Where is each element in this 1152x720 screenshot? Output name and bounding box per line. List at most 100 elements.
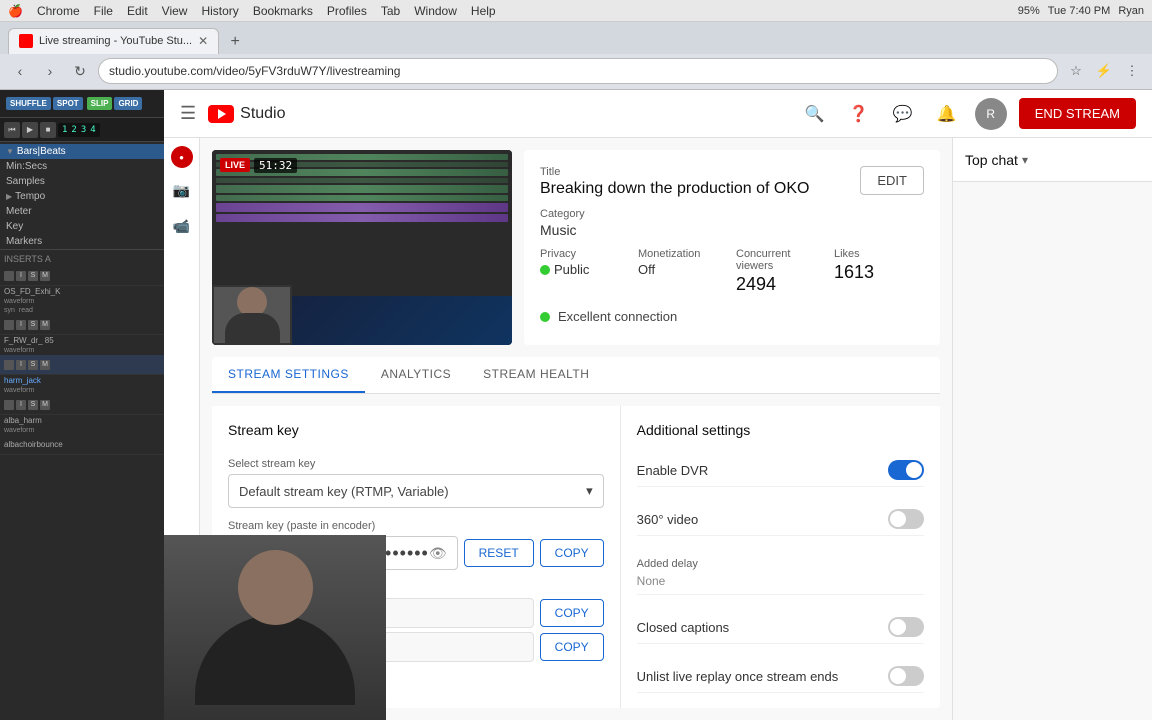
track-2-s[interactable]: S — [28, 320, 38, 330]
track-1-rec[interactable] — [4, 271, 14, 281]
recording-indicator: ● — [171, 146, 193, 168]
menu-edit[interactable]: Edit — [127, 4, 148, 18]
title-field: Title Breaking down the production of OK… — [540, 166, 810, 198]
track-3-i[interactable]: I — [16, 360, 26, 370]
track-4[interactable]: I S M — [0, 395, 164, 415]
track-2-i[interactable]: I — [16, 320, 26, 330]
360-toggle[interactable] — [888, 509, 924, 529]
reset-button[interactable]: RESET — [464, 539, 534, 567]
menu-tab[interactable]: Tab — [381, 4, 400, 18]
menu-history[interactable]: History — [201, 4, 238, 18]
stream-key-title: Stream key — [228, 422, 604, 438]
tree-item-markers[interactable]: Markers — [0, 234, 164, 249]
forward-button[interactable]: › — [38, 59, 62, 83]
track-2-m[interactable]: M — [40, 320, 50, 330]
captions-toggle[interactable] — [888, 617, 924, 637]
menu-bookmarks[interactable]: Bookmarks — [253, 4, 313, 18]
eye-icon[interactable]: 👁 — [429, 545, 447, 562]
tree-item-barsbeets[interactable]: ▼ Bars|Beats — [0, 144, 164, 159]
track-1-read: read — [19, 307, 33, 314]
select-chevron: ▾ — [586, 483, 593, 499]
more-button[interactable]: ⋮ — [1120, 59, 1144, 83]
menu-profiles[interactable]: Profiles — [327, 4, 367, 18]
shuffle-btn[interactable]: SHUFFLE — [6, 97, 51, 110]
daw-top-bar: SHUFFLE SPOT SLIP GRID — [0, 90, 164, 118]
help-icon-btn[interactable]: ❓ — [843, 98, 875, 130]
track-4-s[interactable]: S — [28, 400, 38, 410]
feedback-icon-btn[interactable]: 💬 — [887, 98, 919, 130]
track-1[interactable]: I S M — [0, 266, 164, 286]
grid-btn[interactable]: GRID — [114, 97, 142, 110]
tab-stream-settings[interactable]: STREAM SETTINGS — [212, 357, 365, 393]
tree-item-samples[interactable]: Samples — [0, 174, 164, 189]
tree-label: Key — [6, 221, 23, 232]
extensions-button[interactable]: ⚡ — [1092, 59, 1116, 83]
counter-2: 2 — [71, 125, 76, 135]
category-label: Category — [540, 208, 924, 220]
track-4-i[interactable]: I — [16, 400, 26, 410]
title-label: Title — [540, 166, 810, 178]
spot-btn[interactable]: SPOT — [53, 97, 83, 110]
menu-view[interactable]: View — [162, 4, 188, 18]
slip-btn[interactable]: SLIP — [87, 97, 113, 110]
unlist-toggle[interactable] — [888, 666, 924, 686]
camera-icon-btn[interactable]: 📷 — [168, 176, 196, 204]
back-button[interactable]: ‹ — [8, 59, 32, 83]
play-btn[interactable]: ▶ — [22, 122, 38, 138]
edit-button[interactable]: EDIT — [860, 166, 924, 195]
bookmark-button[interactable]: ☆ — [1064, 59, 1088, 83]
stream-timer: 51:32 — [254, 158, 297, 173]
stream-key-select[interactable]: Default stream key (RTMP, Variable) ▾ — [228, 474, 604, 508]
active-tab[interactable]: Live streaming - YouTube Stu... ✕ — [8, 28, 219, 54]
url-bar[interactable]: studio.youtube.com/video/5yFV3rduW7Y/liv… — [98, 58, 1058, 84]
setting-closed-captions: Closed captions — [637, 611, 924, 644]
track-1-i[interactable]: I — [16, 271, 26, 281]
track-1-syn: syn — [4, 307, 15, 314]
copy-key-button[interactable]: COPY — [540, 539, 604, 567]
menu-file[interactable]: File — [94, 4, 113, 18]
end-stream-button[interactable]: END STREAM — [1019, 98, 1136, 129]
chat-chevron-icon[interactable]: ▾ — [1022, 153, 1028, 167]
notifications-icon-btn[interactable]: 🔔 — [931, 98, 963, 130]
new-tab-button[interactable]: + — [223, 30, 247, 54]
hamburger-menu[interactable]: ☰ — [180, 103, 196, 124]
track-3[interactable]: I S M — [0, 355, 164, 375]
tab-analytics[interactable]: ANALYTICS — [365, 357, 467, 393]
track-3-rec[interactable] — [4, 360, 14, 370]
copy-url2-button[interactable]: COPY — [540, 633, 604, 661]
track-4-rec[interactable] — [4, 400, 14, 410]
track-4-m[interactable]: M — [40, 400, 50, 410]
live-badge: LIVE — [220, 158, 250, 172]
stream-top-row: LIVE 51:32 — [212, 150, 940, 345]
track-3-m[interactable]: M — [40, 360, 50, 370]
search-icon-btn[interactable]: 🔍 — [799, 98, 831, 130]
track-2-rec[interactable] — [4, 320, 14, 330]
reload-button[interactable]: ↻ — [68, 59, 92, 83]
tab-stream-settings-label: STREAM SETTINGS — [228, 367, 349, 381]
avatar-btn[interactable]: R — [975, 98, 1007, 130]
tab-close-button[interactable]: ✕ — [198, 34, 208, 48]
video-icon-btn[interactable]: 📹 — [168, 212, 196, 240]
menu-help[interactable]: Help — [471, 4, 496, 18]
track-5[interactable]: albachoirbounce — [0, 435, 164, 455]
track-1-controls: syn read — [0, 306, 164, 315]
track-3-s[interactable]: S — [28, 360, 38, 370]
tab-stream-health[interactable]: STREAM HEALTH — [467, 357, 605, 393]
studio-header: ☰ Studio 🔍 ❓ 💬 🔔 R END STREAM — [164, 90, 1152, 138]
apple-menu[interactable]: 🍎 — [8, 4, 23, 18]
copy-url1-button[interactable]: COPY — [540, 599, 604, 627]
track-1-s[interactable]: S — [28, 271, 38, 281]
likes-value: 1613 — [834, 262, 924, 283]
track-1-m[interactable]: M — [40, 271, 50, 281]
dvr-toggle[interactable] — [888, 460, 924, 480]
webcam-feed — [164, 535, 386, 720]
menu-window[interactable]: Window — [414, 4, 457, 18]
menu-chrome[interactable]: Chrome — [37, 4, 80, 18]
tree-item-key[interactable]: Key — [0, 219, 164, 234]
stop-btn[interactable]: ■ — [40, 122, 56, 138]
rewind-btn[interactable]: ⏮ — [4, 122, 20, 138]
track-2[interactable]: I S M — [0, 315, 164, 335]
tree-item-tempo[interactable]: ▶ Tempo — [0, 189, 164, 204]
tree-item-minsecs[interactable]: Min:Secs — [0, 159, 164, 174]
tree-item-meter[interactable]: Meter — [0, 204, 164, 219]
